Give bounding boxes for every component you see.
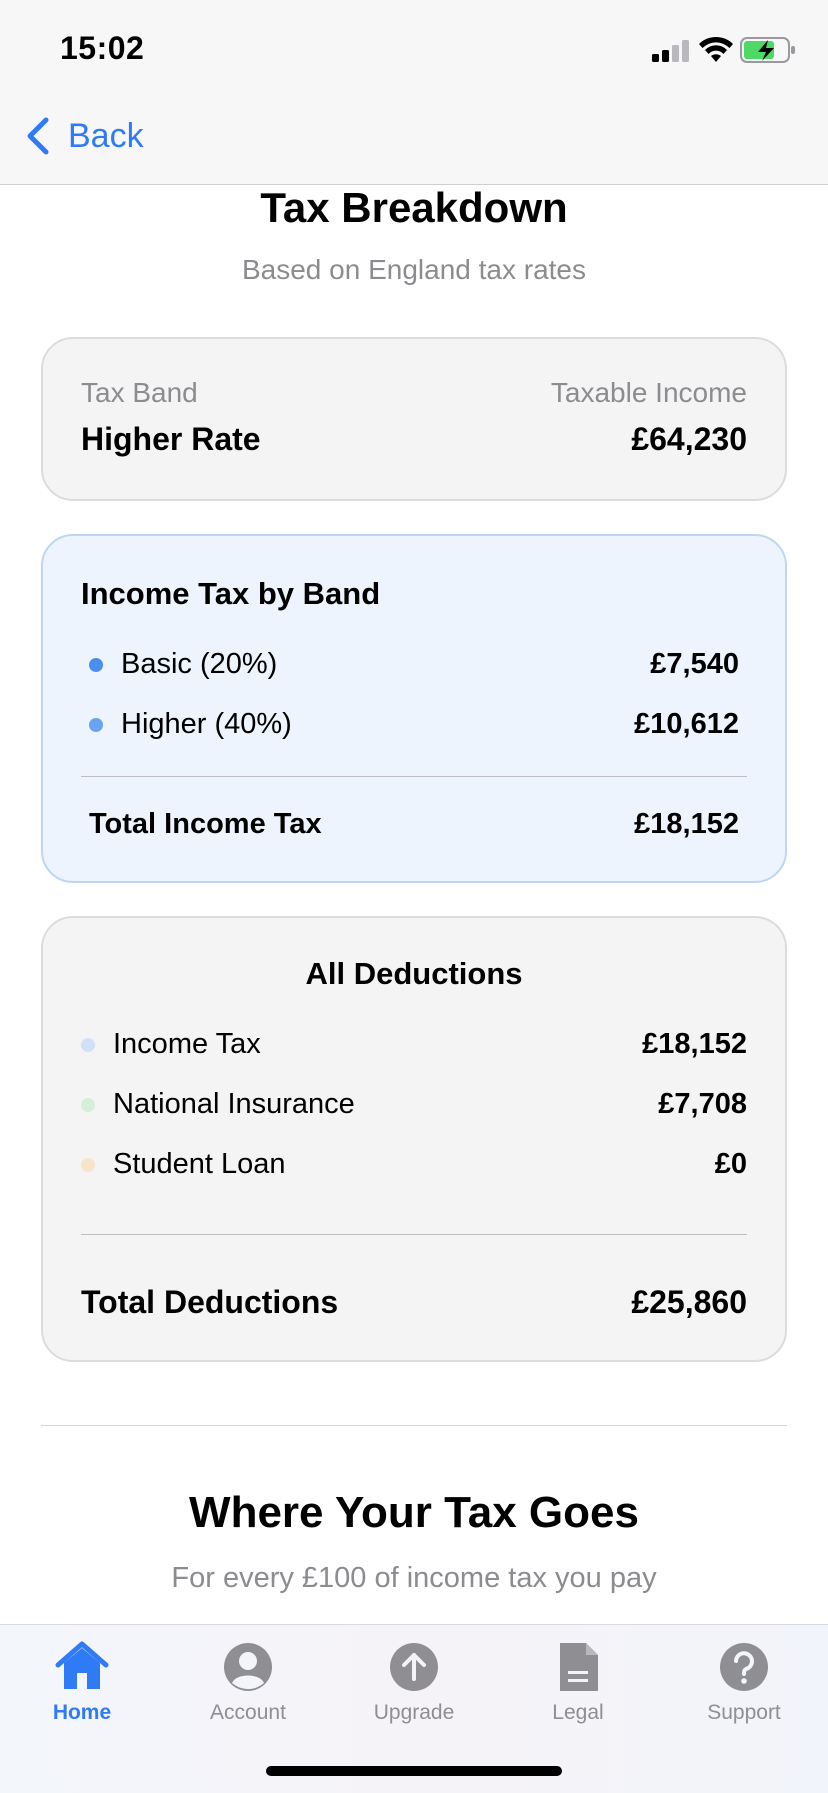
tax-band-label: Tax Band — [81, 377, 198, 408]
income-tax-card-title: Income Tax by Band — [81, 576, 381, 611]
status-time: 15:02 — [60, 30, 145, 66]
tax-band-card: Tax Band Higher Rate Taxable Income £64,… — [41, 337, 787, 501]
taxable-income-label: Taxable Income — [550, 377, 747, 408]
deduction-value: £7,708 — [658, 1088, 747, 1120]
section-divider — [41, 1425, 787, 1426]
income-tax-by-band-card: Income Tax by Band Basic (20%) £7,540 Hi… — [41, 534, 787, 883]
back-button[interactable]: Back — [24, 116, 144, 156]
band-label: Higher (40%) — [121, 708, 292, 740]
basic-rate-dot-icon — [89, 657, 103, 672]
tab-upgrade[interactable]: Upgrade — [344, 1639, 484, 1725]
divider — [81, 1234, 747, 1235]
tab-home[interactable]: Home — [12, 1639, 152, 1725]
list-item: Higher (40%) — [89, 708, 292, 741]
list-item: Student Loan — [81, 1148, 286, 1181]
deduction-value: £0 — [714, 1148, 747, 1180]
back-label: Back — [68, 116, 144, 155]
student-loan-dot-icon — [81, 1157, 95, 1172]
person-circle-icon — [224, 1643, 272, 1691]
tab-legal[interactable]: Legal — [508, 1639, 648, 1725]
page-subtitle: Based on England tax rates — [241, 254, 586, 285]
list-item: Income Tax — [81, 1028, 261, 1061]
deduction-value: £18,152 — [642, 1028, 747, 1060]
question-circle-icon — [720, 1643, 768, 1691]
deductions-card-title: All Deductions — [305, 956, 523, 991]
list-item: National Insurance — [81, 1088, 355, 1121]
total-income-tax-value: £18,152 — [634, 808, 739, 840]
house-icon — [55, 1641, 109, 1689]
page-title: Tax Breakdown — [260, 184, 568, 231]
total-income-tax-label: Total Income Tax — [89, 808, 322, 840]
arrow-up-circle-icon — [390, 1643, 438, 1691]
national-insurance-dot-icon — [81, 1097, 95, 1112]
chevron-left-icon — [27, 117, 49, 155]
where-tax-goes-subtitle: For every £100 of income tax you pay — [171, 1562, 657, 1594]
wifi-icon — [699, 36, 733, 62]
band-label: Basic (20%) — [121, 648, 278, 680]
tab-label: Home — [52, 1701, 112, 1724]
tab-label: Upgrade — [373, 1701, 455, 1724]
taxable-income-value: £64,230 — [631, 421, 747, 457]
tab-label: Account — [210, 1701, 286, 1724]
list-item: Basic (20%) — [89, 648, 277, 681]
home-indicator — [266, 1766, 562, 1776]
tax-band-value: Higher Rate — [81, 421, 261, 457]
income-tax-dot-icon — [81, 1037, 95, 1052]
battery-charging-icon — [740, 37, 795, 63]
divider — [81, 776, 747, 777]
tab-label: Legal — [552, 1701, 604, 1724]
tab-label: Support — [707, 1701, 781, 1724]
tab-account[interactable]: Account — [178, 1639, 318, 1725]
deduction-label: National Insurance — [113, 1088, 355, 1120]
cellular-signal-icon — [652, 40, 689, 62]
total-deductions-value: £25,860 — [631, 1284, 747, 1320]
band-value: £10,612 — [634, 708, 739, 740]
where-tax-goes-title: Where Your Tax Goes — [189, 1488, 639, 1537]
document-icon — [560, 1643, 598, 1691]
tab-support[interactable]: Support — [674, 1639, 814, 1725]
higher-rate-dot-icon — [89, 717, 103, 732]
total-deductions-label: Total Deductions — [81, 1284, 339, 1320]
band-value: £7,540 — [650, 648, 739, 680]
deduction-label: Student Loan — [113, 1148, 286, 1180]
top-bar: 15:02 Back — [0, 0, 828, 185]
deduction-label: Income Tax — [113, 1028, 261, 1060]
all-deductions-card: All Deductions Income Tax £18,152 Nation… — [41, 916, 787, 1362]
